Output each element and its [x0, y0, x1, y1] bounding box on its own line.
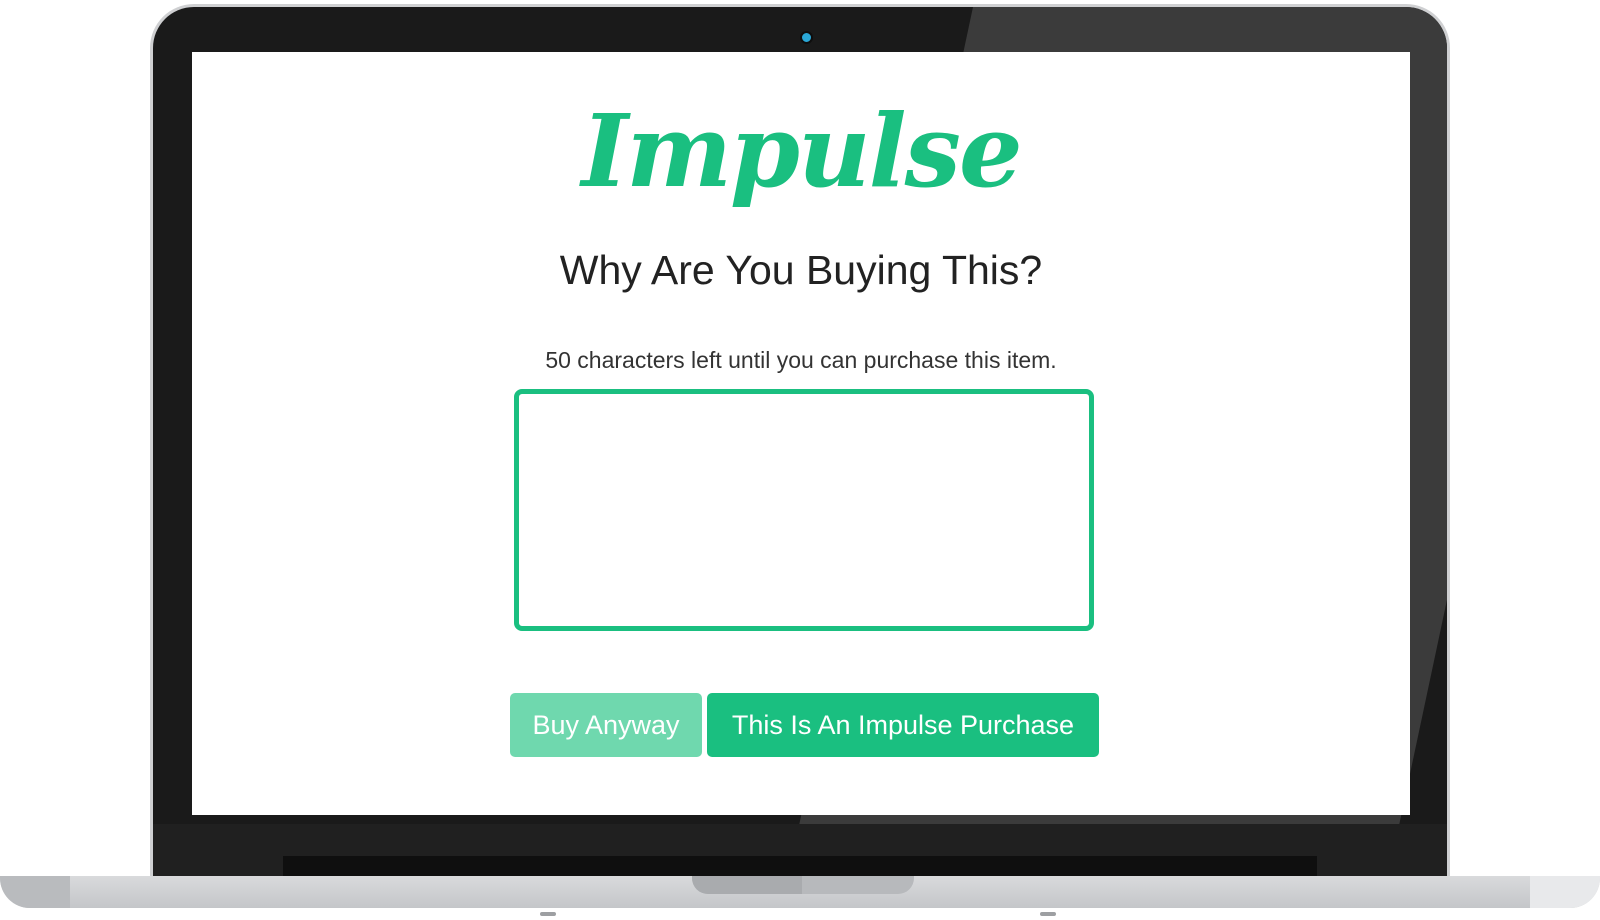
laptop-notch-shade [692, 876, 802, 894]
app-screen: Impulse Why Are You Buying This? 50 char… [192, 52, 1410, 815]
buy-anyway-button[interactable]: Buy Anyway [510, 693, 702, 757]
character-count-hint: 50 characters left until you can purchas… [545, 347, 1057, 373]
bezel-hinge [283, 856, 1317, 876]
laptop-base-left [0, 876, 70, 908]
page-title: Why Are You Buying This? [559, 247, 1043, 293]
laptop-foot-left [540, 912, 556, 916]
app-logo: Impulse [581, 92, 1022, 210]
laptop-base-right [1530, 876, 1600, 908]
camera-icon [800, 31, 813, 44]
laptop-foot-right [1040, 912, 1056, 916]
reason-textarea[interactable] [514, 389, 1094, 631]
bezel-bottom [153, 824, 1447, 876]
impulse-purchase-button[interactable]: This Is An Impulse Purchase [707, 693, 1099, 757]
